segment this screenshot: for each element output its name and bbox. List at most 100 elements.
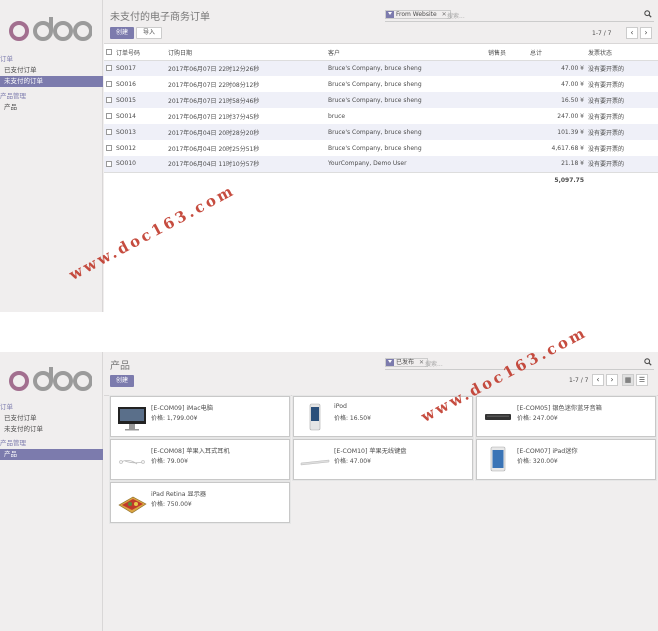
sidebar: 订单 已支付订单 未支付的订单 产品管理 产品 <box>0 352 103 631</box>
kanban-view-button[interactable]: ▦ <box>622 374 634 386</box>
menu-section-orders: 订单 <box>0 403 13 411</box>
product-price: 价格: 16.50¥ <box>334 415 371 422</box>
table-row[interactable]: SO016 2017年06月07日 22时08分12秒 Bruce's Compan… <box>104 76 658 92</box>
control-panel: 未支付的电子商务订单 创建 导入 From Website ✕ 搜索... 1-… <box>104 0 658 44</box>
pager-value[interactable]: 1-7 / 7 <box>569 377 588 384</box>
search-input[interactable]: 搜索... <box>447 11 465 20</box>
sidebar-item-products[interactable]: 产品 <box>0 449 103 460</box>
product-card[interactable]: [E-COM07] iPad迷你 价格: 320.00¥ <box>476 439 656 480</box>
cell-status: 没有要开票的 <box>588 113 625 121</box>
cell-number: SO015 <box>114 92 166 108</box>
chevron-right-icon: › <box>610 375 614 384</box>
cell-salesperson <box>486 108 528 124</box>
menu-section-products: 产品管理 <box>0 439 26 447</box>
cell-customer: Bruce's Company, bruce sheng <box>326 124 486 140</box>
odoo-logo[interactable] <box>8 11 92 47</box>
speaker-icon <box>485 414 511 420</box>
cell-total: 21.18 ¥ <box>528 156 586 172</box>
product-card[interactable]: [E-COM09] iMac电脑 价格: 1,799.00¥ <box>110 396 290 437</box>
cell-number: SO010 <box>114 156 166 172</box>
cell-number: SO012 <box>116 144 136 152</box>
column-header[interactable]: 订单号码 <box>114 45 166 61</box>
column-header[interactable]: 发票状态 <box>586 45 658 61</box>
pager-next-button[interactable]: › <box>606 374 618 386</box>
search-icon[interactable] <box>644 358 652 366</box>
row-checkbox[interactable] <box>104 140 114 156</box>
product-card[interactable]: [E-COM08] 苹果入耳式耳机 价格: 79.00¥ <box>110 439 290 480</box>
create-button[interactable]: 创建 <box>110 375 135 387</box>
cell-salesperson <box>486 124 528 140</box>
product-price: 价格: 1,799.00¥ <box>151 415 198 422</box>
table-row[interactable]: SO012 2017年06月04日 20时25分51秒 Bruce's Compan… <box>104 140 658 156</box>
table-row[interactable]: SO014 2017年06月07日 21时37分45秒 bruce 247.00 ¥ 没… <box>104 108 658 124</box>
cell-total: 4,617.68 ¥ <box>551 144 584 152</box>
cell-status: 没有要开票的 <box>588 145 625 153</box>
cell-total: 247.00 ¥ <box>557 112 584 120</box>
page-title: 产品 <box>110 361 130 372</box>
cell-status: 没有要开票的 <box>586 60 658 76</box>
odoo-logo[interactable] <box>8 361 92 397</box>
orders-table: 订单号码 订购日期 客户 销售员 总计 发票状态 SO017 2017年06月07… <box>104 45 658 188</box>
product-card[interactable]: iPad Retina 显示器 价格: 750.00¥ <box>110 482 290 523</box>
pager-value[interactable]: 1-7 / 7 <box>592 30 611 37</box>
search-input[interactable]: 搜索... <box>425 359 443 368</box>
search-icon[interactable] <box>644 10 652 18</box>
sidebar-item-unpaid-orders[interactable]: 未支付的订单 <box>0 76 103 87</box>
keyboard-icon <box>300 459 330 466</box>
menu-section-orders: 订单 <box>0 55 13 63</box>
sidebar-item-products[interactable]: 产品 <box>0 102 103 113</box>
row-checkbox[interactable] <box>104 92 114 108</box>
earphones-icon <box>119 460 145 465</box>
product-price: 价格: 247.00¥ <box>517 415 558 422</box>
table-row[interactable]: SO010 2017年06月04日 11时10分57秒 YourCompany, D… <box>104 156 658 172</box>
row-checkbox[interactable] <box>104 124 114 140</box>
facet-close-icon[interactable]: ✕ <box>419 359 424 366</box>
search-facet[interactable]: 已发布 ✕ <box>385 358 428 367</box>
sidebar-item-paid-orders[interactable]: 已支付订单 <box>0 413 103 424</box>
table-row[interactable]: SO013 2017年06月04日 20时28分20秒 Bruce's Compan… <box>104 124 658 140</box>
product-name: [E-COM09] iMac电脑 <box>151 405 213 412</box>
table-row[interactable]: SO017 2017年06月07日 22时12分26秒 Bruce's Compan… <box>104 60 658 76</box>
product-name: [E-COM05] 银色迷你蓝牙音箱 <box>517 405 602 412</box>
column-header[interactable]: 客户 <box>326 45 486 61</box>
product-name: iPod <box>334 403 347 410</box>
cell-salesperson <box>486 76 528 92</box>
table-row[interactable]: SO015 2017年06月07日 21时58分46秒 Bruce's Compan… <box>104 92 658 108</box>
pager-previous-button[interactable]: ‹ <box>626 27 638 39</box>
search-bar[interactable]: From Website ✕ 搜索... <box>385 8 654 22</box>
product-card[interactable]: [E-COM10] 苹果无线键盘 价格: 47.00¥ <box>293 439 473 480</box>
row-checkbox[interactable] <box>104 156 114 172</box>
column-header[interactable]: 订购日期 <box>166 45 326 61</box>
cell-total: 47.00 ¥ <box>528 60 586 76</box>
filter-icon <box>386 11 394 18</box>
row-checkbox[interactable] <box>104 108 114 124</box>
import-button[interactable]: 导入 <box>136 27 163 39</box>
select-all-checkbox[interactable] <box>104 45 114 61</box>
row-checkbox[interactable] <box>104 60 114 76</box>
cell-salesperson <box>486 60 528 76</box>
cell-customer: bruce <box>328 112 346 120</box>
cell-status: 没有要开票的 <box>586 124 658 140</box>
cell-number: SO013 <box>114 124 166 140</box>
pager-next-button[interactable]: › <box>640 27 652 39</box>
sidebar-item-paid-orders[interactable]: 已支付订单 <box>0 65 103 76</box>
pager-previous-button[interactable]: ‹ <box>592 374 604 386</box>
facet-close-icon[interactable]: ✕ <box>442 11 447 18</box>
search-facet[interactable]: From Website ✕ <box>385 10 451 19</box>
cell-total: 101.39 ¥ <box>528 124 586 140</box>
cell-customer: Bruce's Company, bruce sheng <box>326 60 486 76</box>
list-view-button[interactable]: ☰ <box>636 374 648 386</box>
sidebar-menu: 订单 已支付订单 未支付的订单 产品管理 产品 <box>0 402 103 460</box>
create-button[interactable]: 创建 <box>110 27 135 39</box>
product-card[interactable]: [E-COM05] 银色迷你蓝牙音箱 价格: 247.00¥ <box>476 396 656 437</box>
page-title: 未支付的电子商务订单 <box>110 12 210 23</box>
cell-date: 2017年06月04日 20时28分20秒 <box>166 124 326 140</box>
imac-icon <box>118 407 146 431</box>
sidebar-item-unpaid-orders[interactable]: 未支付的订单 <box>0 424 103 435</box>
cell-number: SO014 <box>116 112 136 120</box>
row-checkbox[interactable] <box>104 76 114 92</box>
cell-date: 2017年06月07日 21时58分46秒 <box>166 92 326 108</box>
column-header[interactable]: 总计 <box>528 45 586 61</box>
cell-status: 没有要开票的 <box>586 156 658 172</box>
column-header[interactable]: 销售员 <box>486 45 528 61</box>
